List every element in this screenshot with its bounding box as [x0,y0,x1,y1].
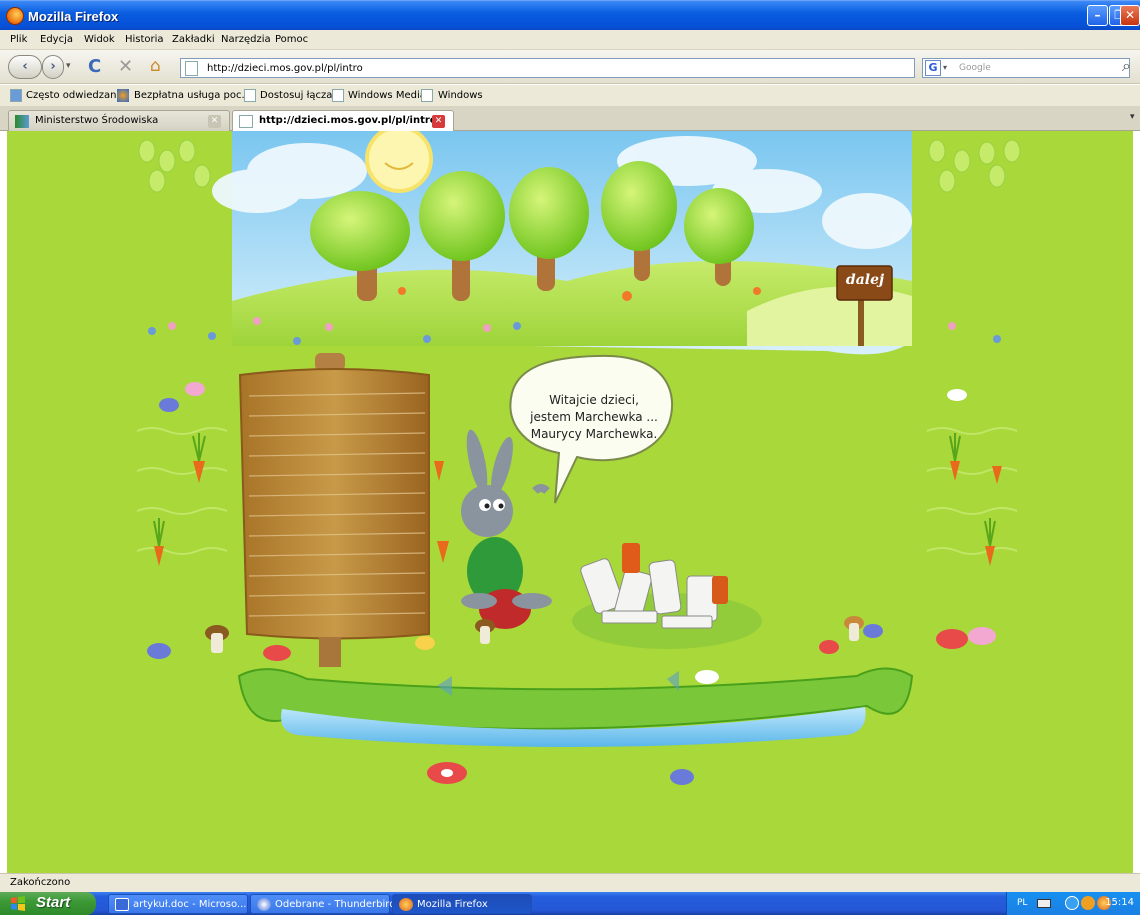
network-icon[interactable] [1065,896,1079,910]
bookmark-page-icon [332,89,344,102]
page-icon [239,115,253,128]
menu-historia[interactable]: Historia [125,34,164,45]
task-label: Odebrane - Thunderbird [275,899,396,910]
speech-line: Maurycy Marchewka. [530,427,658,441]
stop-icon[interactable]: ✕ [118,56,133,77]
site-icon [15,115,29,128]
tab-bar: Ministerstwo Środowiska ✕ http://dzieci.… [0,107,1140,131]
menu-narzedzia[interactable]: Narzędzia [221,34,271,45]
bookmark-windows[interactable]: Windows [438,90,483,101]
window-title: Mozilla Firefox [28,9,119,24]
task-word[interactable]: artykuł.doc - Microso... [108,894,248,914]
language-indicator[interactable]: PL [1017,898,1027,908]
task-thunderbird[interactable]: Odebrane - Thunderbird [250,894,396,914]
tray-app-icon[interactable] [1081,896,1095,910]
tab-ministerstwo[interactable]: Ministerstwo Środowiska ✕ [8,110,230,131]
keyboard-icon[interactable] [1037,899,1051,908]
navigation-toolbar: ‹ › ▾ C ✕ ⌂ http://dzieci.mos.gov.pl/pl/… [0,50,1140,84]
url-bar[interactable]: http://dzieci.mos.gov.pl/pl/intro ☆ ▾ [180,58,1090,78]
search-box[interactable]: G ▾ Google [922,58,1130,78]
history-dropdown-icon[interactable]: ▾ [66,61,71,71]
page-icon [185,61,198,76]
system-tray: PL 15:14 [1006,892,1140,915]
intro-illustration [136,131,1021,785]
status-bar: Zakończono [0,873,1140,892]
bookmark-windows-media[interactable]: Windows Media [348,90,426,101]
title-bar[interactable]: Mozilla Firefox – ❐ ✕ [0,0,1140,30]
menu-widok[interactable]: Widok [84,34,115,45]
tab-close-icon[interactable]: ✕ [432,115,445,128]
reload-icon[interactable]: C [88,56,101,77]
forward-button[interactable]: › [42,55,64,79]
task-label: artykuł.doc - Microso... [133,899,247,910]
tab-dzieci[interactable]: http://dzieci.mos.gov.pl/pl/intro ✕ [232,110,454,131]
google-icon[interactable]: G [925,60,941,76]
start-label: Start [36,894,71,911]
page-content: Witajcie dzieci, jestem Marchewka ... Ma… [7,131,1133,873]
thunderbird-icon [257,898,271,911]
next-signpost-link[interactable]: dalej [840,272,890,288]
windows-logo-icon [11,896,25,911]
bookmark-czesto-odwiedzane[interactable]: Często odwiedzane [26,90,123,101]
start-button[interactable]: Start [0,892,96,915]
menu-pomoc[interactable]: Pomoc [275,34,308,45]
tab-label: Ministerstwo Środowiska [35,115,159,126]
firefox-window: Mozilla Firefox – ❐ ✕ Plik Edycja Widok … [0,0,1140,915]
bookmark-page-icon [421,89,433,102]
close-button[interactable]: ✕ [1120,5,1140,26]
tab-list-icon[interactable]: ▾ [1130,112,1135,122]
menu-edycja[interactable]: Edycja [40,34,73,45]
engine-dropdown-icon[interactable]: ▾ [943,63,947,72]
speech-line: Witajcie dzieci, [549,393,639,407]
bookmark-icon [117,89,129,102]
bookmark-bezplatna-usluga[interactable]: Bezpłatna usługa poc... [134,90,251,101]
bookmark-page-icon [244,89,256,102]
windows-taskbar: Start artykuł.doc - Microso... Odebrane … [0,892,1140,915]
search-placeholder: Google [959,63,991,73]
back-button[interactable]: ‹ [8,55,42,79]
tab-close-icon[interactable]: ✕ [208,115,221,128]
status-text: Zakończono [10,877,71,888]
home-icon[interactable]: ⌂ [150,56,161,76]
menu-bar: Plik Edycja Widok Historia Zakładki Narz… [0,30,1140,50]
firefox-icon [6,7,24,25]
task-firefox[interactable]: Mozilla Firefox [392,894,532,914]
speech-bubble: Witajcie dzieci, jestem Marchewka ... Ma… [510,392,678,443]
url-text[interactable]: http://dzieci.mos.gov.pl/pl/intro [207,63,363,74]
search-go-icon[interactable]: ⌕ [1122,56,1131,76]
menu-zakladki[interactable]: Zakładki [172,34,215,45]
word-icon [115,898,129,911]
speech-line: jestem Marchewka ... [530,410,658,424]
firefox-icon [399,898,413,911]
task-label: Mozilla Firefox [417,899,488,910]
clock: 15:14 [1105,897,1134,908]
bookmark-icon [10,89,22,102]
bookmark-dostosuj-lacza[interactable]: Dostosuj łącza [260,90,332,101]
bookmarks-toolbar: Często odwiedzane Bezpłatna usługa poc..… [0,85,1140,107]
tab-label: http://dzieci.mos.gov.pl/pl/intro [259,115,437,126]
menu-plik[interactable]: Plik [10,34,27,45]
minimize-button[interactable]: – [1087,5,1108,26]
